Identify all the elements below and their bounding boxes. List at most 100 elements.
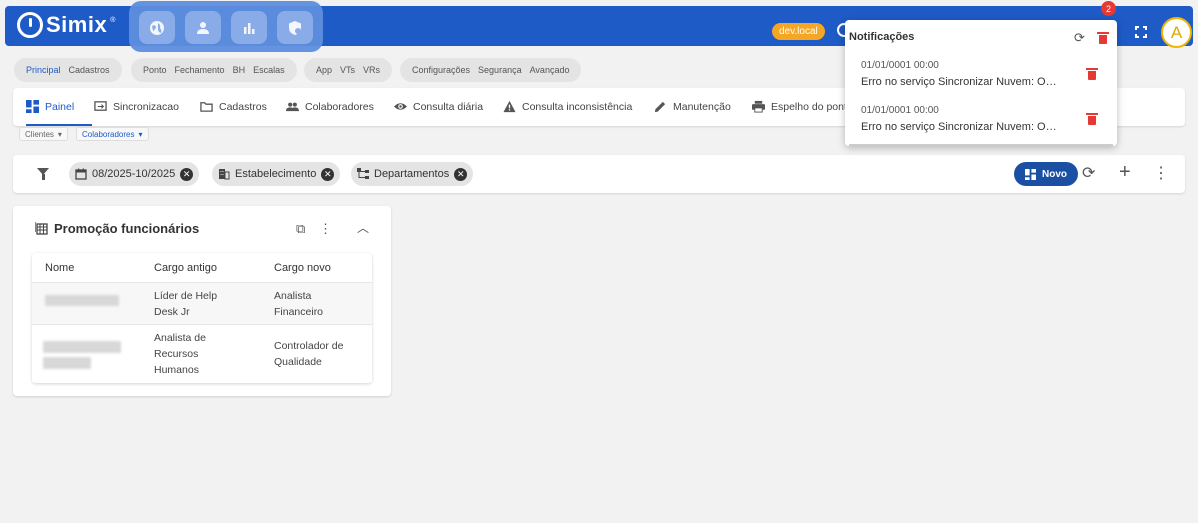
people-icon <box>286 102 299 112</box>
menu-item-consulta-inconsistencia[interactable]: Consulta inconsistência <box>503 100 632 113</box>
clear-all-icon[interactable] <box>1097 32 1109 44</box>
environment-badge: dev.local <box>772 23 825 40</box>
building-icon <box>219 169 230 180</box>
redacted-name <box>45 295 119 306</box>
pill-group-app: App VTs VRs <box>304 58 393 82</box>
refresh-icon[interactable]: ⟳ <box>1074 31 1085 44</box>
dashboard-icon <box>1025 168 1036 180</box>
globe-icon <box>150 20 164 35</box>
cell-cargo-novo: Analista Financeiro <box>274 290 324 318</box>
dashboard-icon <box>26 100 39 113</box>
filter-chip-departamentos[interactable]: Departamentos ✕ <box>351 162 474 186</box>
subtab-colaboradores[interactable]: Colaboradores ▾ <box>76 127 149 141</box>
bar-chart-icon <box>244 22 255 34</box>
menu-item-consulta-diaria[interactable]: Consulta diária <box>394 100 483 113</box>
filter-chip-period[interactable]: 08/2025-10/2025 ✕ <box>69 162 200 186</box>
filter-icon[interactable] <box>37 168 49 180</box>
promotion-widget: Promoção funcionários ⧉ ⋮ ︿ Nome Cargo a… <box>13 206 391 396</box>
fullscreen-icon[interactable] <box>1135 26 1147 38</box>
pill-seguranca[interactable]: Segurança <box>478 65 522 75</box>
chevron-down-icon: ▾ <box>138 129 143 139</box>
notifications-panel: Notificações ⟳ 01/01/0001 00:00 Erro no … <box>845 20 1117 146</box>
cell-cargo-novo: Controlador de Qualidade <box>274 340 344 368</box>
pill-ponto[interactable]: Ponto <box>143 65 167 75</box>
remove-chip-icon[interactable]: ✕ <box>180 167 194 181</box>
eye-icon <box>394 103 407 110</box>
collapse-icon[interactable]: ︿ <box>357 222 369 235</box>
column-header-cargo-antigo[interactable]: Cargo antigo <box>154 262 217 274</box>
pill-app[interactable]: App <box>316 65 332 75</box>
pill-cadastros[interactable]: Cadastros <box>69 65 110 75</box>
refresh-icon[interactable]: ⟳ <box>1082 166 1095 182</box>
more-vert-icon[interactable]: ⋮ <box>319 222 332 235</box>
menu-item-colaboradores[interactable]: Colaboradores <box>286 100 374 113</box>
add-icon[interactable]: + <box>1119 162 1131 182</box>
clock-logo-icon <box>17 12 43 38</box>
module-globe-button[interactable] <box>139 11 175 44</box>
folder-icon <box>200 102 213 112</box>
menu-item-painel[interactable]: Painel <box>26 100 74 113</box>
menu-item-cadastros[interactable]: Cadastros <box>200 100 267 113</box>
pill-bh[interactable]: BH <box>233 65 246 75</box>
pill-group-config: Configurações Segurança Avançado <box>400 58 582 82</box>
menu-item-label: Consulta inconsistência <box>522 100 633 113</box>
remove-chip-icon[interactable]: ✕ <box>321 167 335 181</box>
active-tab-indicator <box>26 124 92 126</box>
chip-label: Estabelecimento <box>235 168 317 180</box>
calendar-icon <box>75 168 87 180</box>
pill-group-principal: Principal Cadastros <box>14 58 122 82</box>
filter-chip-estabelecimento[interactable]: Estabelecimento ✕ <box>212 162 341 186</box>
warning-icon <box>503 100 516 113</box>
filter-bar: 08/2025-10/2025 ✕ Estabelecimento ✕ Depa… <box>13 155 1185 193</box>
pencil-icon <box>654 101 666 113</box>
menu-item-label: Consulta diária <box>413 100 484 113</box>
menu-item-manutencao[interactable]: Manutenção <box>654 100 731 113</box>
subtab-label: Clientes <box>25 129 54 139</box>
user-avatar[interactable]: A <box>1161 17 1192 48</box>
column-header-cargo-novo[interactable]: Cargo novo <box>274 262 331 274</box>
menu-item-espelho-ponto[interactable]: Espelho do ponto <box>752 100 853 113</box>
subtab-clientes[interactable]: Clientes ▾ <box>19 127 68 141</box>
pill-vrs[interactable]: VRs <box>363 65 380 75</box>
remove-chip-icon[interactable]: ✕ <box>454 167 468 181</box>
pill-group-ponto: Ponto Fechamento BH Escalas <box>131 58 297 82</box>
menu-item-label: Sincronizacao <box>113 100 179 113</box>
menu-item-label: Espelho do ponto <box>771 100 853 113</box>
notifications-title: Notificações <box>849 31 915 43</box>
module-security-button[interactable] <box>277 11 313 44</box>
registered-mark: ® <box>110 16 116 24</box>
module-person-button[interactable] <box>185 11 221 44</box>
scrollbar[interactable] <box>849 144 1113 146</box>
notification-date: 01/01/0001 00:00 <box>861 60 939 71</box>
redacted-name <box>43 357 91 369</box>
module-switcher <box>129 1 323 52</box>
org-chart-icon <box>357 168 369 179</box>
app-logo[interactable]: Simix ® <box>17 12 115 38</box>
column-header-nome[interactable]: Nome <box>45 262 74 274</box>
pill-fechamento[interactable]: Fechamento <box>175 65 225 75</box>
table-row[interactable]: Analista de Recursos Humanos Controlador d… <box>32 325 372 382</box>
chip-label: 08/2025-10/2025 <box>92 168 176 180</box>
pill-vts[interactable]: VTs <box>340 65 355 75</box>
delete-icon[interactable] <box>1086 68 1098 80</box>
table-row[interactable]: Líder de Help Desk Jr Analista Financeiro <box>32 283 372 324</box>
pill-avancado[interactable]: Avançado <box>530 65 570 75</box>
pill-principal[interactable]: Principal <box>26 65 61 75</box>
module-chart-button[interactable] <box>231 11 267 44</box>
more-vert-icon[interactable]: ⋮ <box>1153 166 1169 182</box>
menu-item-sincronizacao[interactable]: Sincronizacao <box>94 100 179 113</box>
notification-item[interactable]: 01/01/0001 00:00 Erro no serviço Sincron… <box>845 60 1117 106</box>
notification-count-badge: 2 <box>1101 1 1116 16</box>
new-button-label: Novo <box>1042 168 1067 180</box>
new-dashboard-button[interactable]: Novo <box>1014 162 1078 186</box>
cell-cargo-antigo: Líder de Help Desk Jr <box>154 290 218 318</box>
pill-configuracoes[interactable]: Configurações <box>412 65 470 75</box>
open-external-icon[interactable]: ⧉ <box>296 222 305 235</box>
chip-label: Departamentos <box>374 168 450 180</box>
notification-message: Erro no serviço Sincronizar Nuvem: Objet… <box>861 121 1061 133</box>
delete-icon[interactable] <box>1086 113 1098 125</box>
notification-date: 01/01/0001 00:00 <box>861 105 939 116</box>
menu-item-label: Cadastros <box>219 100 267 113</box>
pill-escalas[interactable]: Escalas <box>253 65 285 75</box>
chevron-down-icon: ▾ <box>57 129 62 139</box>
